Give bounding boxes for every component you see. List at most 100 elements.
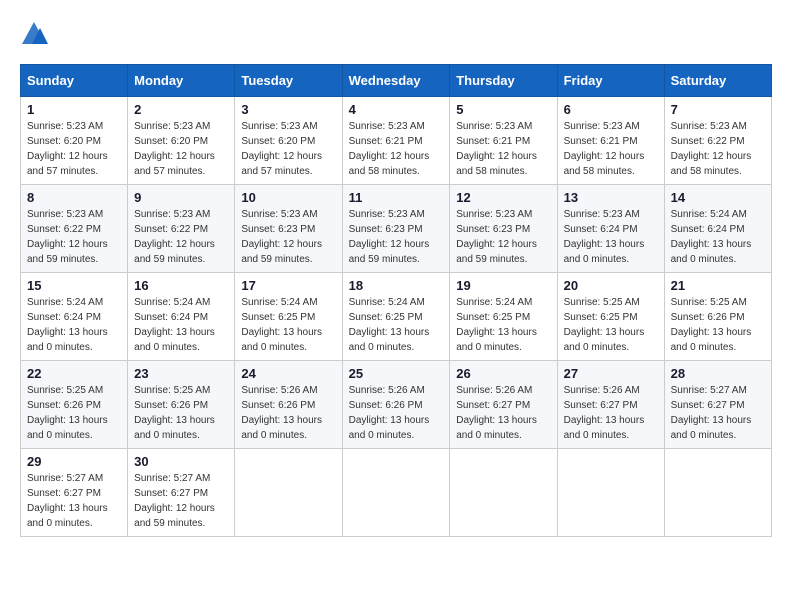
day-number: 8 [27, 190, 121, 205]
day-info: Sunrise: 5:24 AMSunset: 6:24 PMDaylight:… [134, 297, 215, 353]
day-info: Sunrise: 5:23 AMSunset: 6:23 PMDaylight:… [456, 209, 537, 265]
day-info: Sunrise: 5:24 AMSunset: 6:25 PMDaylight:… [456, 297, 537, 353]
day-info: Sunrise: 5:25 AMSunset: 6:26 PMDaylight:… [27, 385, 108, 441]
day-info: Sunrise: 5:26 AMSunset: 6:26 PMDaylight:… [349, 385, 430, 441]
calendar-cell [557, 449, 664, 537]
calendar-cell: 26 Sunrise: 5:26 AMSunset: 6:27 PMDaylig… [450, 361, 557, 449]
day-info: Sunrise: 5:27 AMSunset: 6:27 PMDaylight:… [671, 385, 752, 441]
logo [20, 20, 52, 48]
calendar-cell: 28 Sunrise: 5:27 AMSunset: 6:27 PMDaylig… [664, 361, 771, 449]
day-number: 21 [671, 278, 765, 293]
day-number: 9 [134, 190, 228, 205]
day-info: Sunrise: 5:23 AMSunset: 6:23 PMDaylight:… [241, 209, 322, 265]
day-info: Sunrise: 5:26 AMSunset: 6:26 PMDaylight:… [241, 385, 322, 441]
calendar-cell: 8 Sunrise: 5:23 AMSunset: 6:22 PMDayligh… [21, 185, 128, 273]
calendar-cell: 20 Sunrise: 5:25 AMSunset: 6:25 PMDaylig… [557, 273, 664, 361]
day-info: Sunrise: 5:24 AMSunset: 6:25 PMDaylight:… [241, 297, 322, 353]
calendar-cell: 7 Sunrise: 5:23 AMSunset: 6:22 PMDayligh… [664, 97, 771, 185]
day-number: 17 [241, 278, 335, 293]
header-tuesday: Tuesday [235, 65, 342, 97]
day-info: Sunrise: 5:23 AMSunset: 6:24 PMDaylight:… [564, 209, 645, 265]
day-number: 27 [564, 366, 658, 381]
logo-icon [20, 20, 48, 48]
calendar-cell: 10 Sunrise: 5:23 AMSunset: 6:23 PMDaylig… [235, 185, 342, 273]
day-number: 28 [671, 366, 765, 381]
day-info: Sunrise: 5:24 AMSunset: 6:24 PMDaylight:… [671, 209, 752, 265]
calendar-cell: 18 Sunrise: 5:24 AMSunset: 6:25 PMDaylig… [342, 273, 450, 361]
day-number: 16 [134, 278, 228, 293]
calendar-cell: 22 Sunrise: 5:25 AMSunset: 6:26 PMDaylig… [21, 361, 128, 449]
calendar-week-4: 22 Sunrise: 5:25 AMSunset: 6:26 PMDaylig… [21, 361, 772, 449]
header-thursday: Thursday [450, 65, 557, 97]
calendar-cell [235, 449, 342, 537]
calendar-cell: 30 Sunrise: 5:27 AMSunset: 6:27 PMDaylig… [128, 449, 235, 537]
day-number: 12 [456, 190, 550, 205]
calendar-cell: 6 Sunrise: 5:23 AMSunset: 6:21 PMDayligh… [557, 97, 664, 185]
calendar-cell: 19 Sunrise: 5:24 AMSunset: 6:25 PMDaylig… [450, 273, 557, 361]
day-number: 13 [564, 190, 658, 205]
calendar-cell: 16 Sunrise: 5:24 AMSunset: 6:24 PMDaylig… [128, 273, 235, 361]
calendar-header-row: SundayMondayTuesdayWednesdayThursdayFrid… [21, 65, 772, 97]
day-info: Sunrise: 5:26 AMSunset: 6:27 PMDaylight:… [456, 385, 537, 441]
day-info: Sunrise: 5:23 AMSunset: 6:22 PMDaylight:… [27, 209, 108, 265]
day-number: 23 [134, 366, 228, 381]
calendar-cell: 3 Sunrise: 5:23 AMSunset: 6:20 PMDayligh… [235, 97, 342, 185]
calendar-cell [664, 449, 771, 537]
day-number: 30 [134, 454, 228, 469]
day-info: Sunrise: 5:24 AMSunset: 6:24 PMDaylight:… [27, 297, 108, 353]
day-number: 11 [349, 190, 444, 205]
day-number: 7 [671, 102, 765, 117]
day-number: 22 [27, 366, 121, 381]
header-sunday: Sunday [21, 65, 128, 97]
page-header [20, 20, 772, 48]
day-info: Sunrise: 5:25 AMSunset: 6:26 PMDaylight:… [134, 385, 215, 441]
day-number: 5 [456, 102, 550, 117]
day-info: Sunrise: 5:23 AMSunset: 6:21 PMDaylight:… [349, 121, 430, 177]
day-info: Sunrise: 5:23 AMSunset: 6:22 PMDaylight:… [671, 121, 752, 177]
day-info: Sunrise: 5:27 AMSunset: 6:27 PMDaylight:… [134, 473, 215, 529]
calendar-cell: 29 Sunrise: 5:27 AMSunset: 6:27 PMDaylig… [21, 449, 128, 537]
header-monday: Monday [128, 65, 235, 97]
calendar-cell: 1 Sunrise: 5:23 AMSunset: 6:20 PMDayligh… [21, 97, 128, 185]
calendar-week-2: 8 Sunrise: 5:23 AMSunset: 6:22 PMDayligh… [21, 185, 772, 273]
day-info: Sunrise: 5:27 AMSunset: 6:27 PMDaylight:… [27, 473, 108, 529]
day-number: 2 [134, 102, 228, 117]
calendar-cell: 9 Sunrise: 5:23 AMSunset: 6:22 PMDayligh… [128, 185, 235, 273]
day-info: Sunrise: 5:25 AMSunset: 6:26 PMDaylight:… [671, 297, 752, 353]
header-saturday: Saturday [664, 65, 771, 97]
calendar-cell: 24 Sunrise: 5:26 AMSunset: 6:26 PMDaylig… [235, 361, 342, 449]
day-number: 29 [27, 454, 121, 469]
day-number: 1 [27, 102, 121, 117]
day-info: Sunrise: 5:24 AMSunset: 6:25 PMDaylight:… [349, 297, 430, 353]
calendar-cell: 15 Sunrise: 5:24 AMSunset: 6:24 PMDaylig… [21, 273, 128, 361]
calendar-cell: 23 Sunrise: 5:25 AMSunset: 6:26 PMDaylig… [128, 361, 235, 449]
day-number: 10 [241, 190, 335, 205]
day-number: 14 [671, 190, 765, 205]
calendar-week-3: 15 Sunrise: 5:24 AMSunset: 6:24 PMDaylig… [21, 273, 772, 361]
calendar-cell: 25 Sunrise: 5:26 AMSunset: 6:26 PMDaylig… [342, 361, 450, 449]
day-info: Sunrise: 5:25 AMSunset: 6:25 PMDaylight:… [564, 297, 645, 353]
calendar-cell [342, 449, 450, 537]
calendar-week-5: 29 Sunrise: 5:27 AMSunset: 6:27 PMDaylig… [21, 449, 772, 537]
calendar-cell: 2 Sunrise: 5:23 AMSunset: 6:20 PMDayligh… [128, 97, 235, 185]
day-info: Sunrise: 5:26 AMSunset: 6:27 PMDaylight:… [564, 385, 645, 441]
calendar-week-1: 1 Sunrise: 5:23 AMSunset: 6:20 PMDayligh… [21, 97, 772, 185]
calendar-cell: 5 Sunrise: 5:23 AMSunset: 6:21 PMDayligh… [450, 97, 557, 185]
calendar-cell: 21 Sunrise: 5:25 AMSunset: 6:26 PMDaylig… [664, 273, 771, 361]
calendar-table: SundayMondayTuesdayWednesdayThursdayFrid… [20, 64, 772, 537]
day-info: Sunrise: 5:23 AMSunset: 6:21 PMDaylight:… [564, 121, 645, 177]
header-wednesday: Wednesday [342, 65, 450, 97]
day-info: Sunrise: 5:23 AMSunset: 6:20 PMDaylight:… [134, 121, 215, 177]
calendar-cell: 13 Sunrise: 5:23 AMSunset: 6:24 PMDaylig… [557, 185, 664, 273]
day-info: Sunrise: 5:23 AMSunset: 6:20 PMDaylight:… [241, 121, 322, 177]
day-number: 15 [27, 278, 121, 293]
day-info: Sunrise: 5:23 AMSunset: 6:20 PMDaylight:… [27, 121, 108, 177]
day-info: Sunrise: 5:23 AMSunset: 6:22 PMDaylight:… [134, 209, 215, 265]
day-info: Sunrise: 5:23 AMSunset: 6:21 PMDaylight:… [456, 121, 537, 177]
calendar-cell: 17 Sunrise: 5:24 AMSunset: 6:25 PMDaylig… [235, 273, 342, 361]
calendar-cell: 14 Sunrise: 5:24 AMSunset: 6:24 PMDaylig… [664, 185, 771, 273]
day-number: 25 [349, 366, 444, 381]
calendar-cell: 12 Sunrise: 5:23 AMSunset: 6:23 PMDaylig… [450, 185, 557, 273]
day-number: 4 [349, 102, 444, 117]
calendar-cell: 11 Sunrise: 5:23 AMSunset: 6:23 PMDaylig… [342, 185, 450, 273]
